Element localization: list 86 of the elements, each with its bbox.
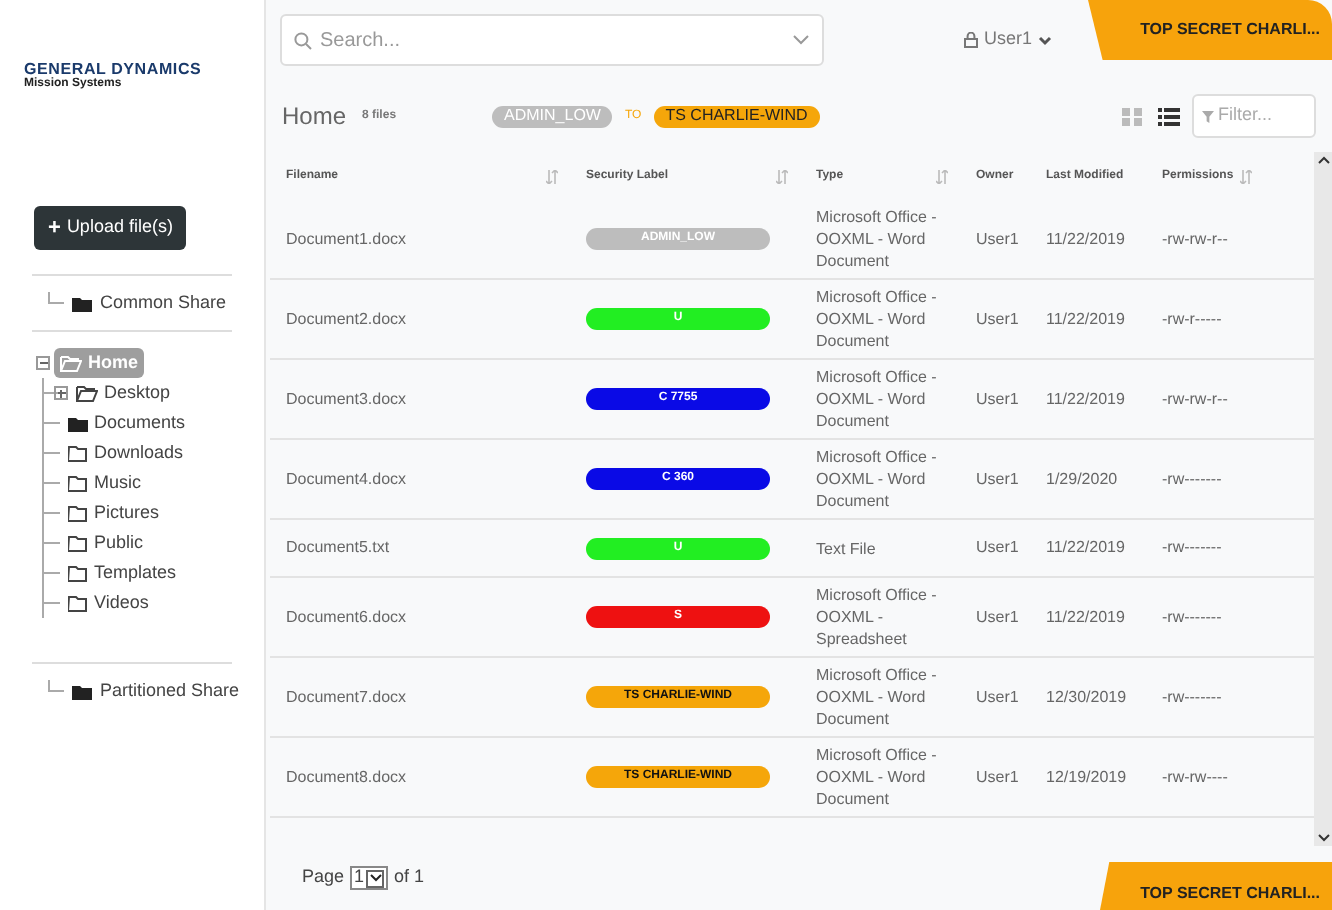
folder-title: Home [282, 100, 347, 134]
type-cell-text: Microsoft Office - OOXML - Word Document [816, 664, 939, 730]
tree-item[interactable]: Partitioned Share [100, 677, 240, 705]
grid-view-icon[interactable] [1122, 107, 1142, 125]
filename-cell[interactable]: Document3.docx [286, 387, 586, 411]
tree-item[interactable]: Music [66, 469, 144, 497]
user-menu[interactable]: User1 [964, 26, 1053, 54]
filename-cell[interactable]: Document5.txt [286, 536, 586, 560]
filename-cell[interactable]: Document8.docx [286, 765, 586, 789]
owner-cell-text: User1 [976, 536, 1021, 560]
classification-banner: TOP SECRET CHARLI... [1088, 0, 1332, 60]
tree-item[interactable]: Documents [66, 409, 188, 437]
permissions-cell-text: -rw------- [1162, 605, 1224, 629]
folder-icon [72, 683, 92, 699]
filename-cell[interactable]: Document2.docx [286, 307, 586, 331]
filter-icon [1202, 109, 1214, 123]
tree-item[interactable]: Pictures [66, 499, 162, 527]
type-cell-text: Microsoft Office - OOXML - Word Document [816, 286, 939, 352]
filename-cell[interactable]: Document1.docx [286, 227, 586, 251]
search-field[interactable]: Search... [320, 25, 784, 55]
tree-item[interactable]: Videos [66, 589, 151, 617]
scroll-up-icon[interactable] [1317, 156, 1329, 164]
chevron-down-icon [792, 34, 810, 46]
page-prefix: Page [302, 864, 345, 891]
sort-icon[interactable] [1239, 169, 1252, 183]
owner-cell-text: User1 [976, 685, 1021, 709]
upload-button[interactable]: + Upload file(s) [34, 206, 187, 250]
lock-icon [964, 32, 978, 48]
search-icon [294, 31, 312, 49]
page-select[interactable]: 1 [350, 866, 389, 890]
scroll-down-icon[interactable] [1317, 834, 1329, 842]
list-view-icon[interactable] [1158, 107, 1180, 125]
page-suffix: of 1 [394, 864, 425, 891]
permissions-cell-text: -rw------- [1162, 685, 1224, 709]
classification-banner: TOP SECRET CHARLI... [1100, 862, 1332, 910]
date-cell-text: 11/22/2019 [1046, 536, 1127, 560]
owner-cell-text: User1 [976, 387, 1021, 411]
owner-cell-text: User1 [976, 605, 1021, 629]
date-cell-text: 11/22/2019 [1046, 307, 1127, 331]
filter-field[interactable]: Filter... [1218, 102, 1306, 130]
logo-title: GENERAL DYNAMICS [24, 60, 204, 78]
sort-icon[interactable] [936, 169, 948, 183]
date-cell-text: 1/29/2020 [1046, 467, 1120, 491]
sort-icon[interactable] [776, 169, 788, 183]
tree-item[interactable]: Templates [66, 559, 179, 587]
filter-box[interactable]: Filter... [1192, 94, 1316, 138]
tree-item[interactable]: Downloads [66, 439, 186, 467]
type-cell-text: Microsoft Office - OOXML - Word Document [816, 366, 939, 432]
folder-icon [60, 355, 82, 371]
permissions-cell-text: -rw-r----- [1162, 307, 1224, 331]
range-end-label: TS CHARLIE-WIND [653, 105, 820, 127]
date-cell-text: 11/22/2019 [1046, 387, 1127, 411]
date-cell-text: 12/19/2019 [1046, 765, 1129, 789]
permissions-cell-text: -rw------- [1162, 536, 1224, 560]
permissions-cell-text: -rw-rw---- [1162, 765, 1230, 789]
owner-cell-text: User1 [976, 307, 1021, 331]
permissions-cell-text: -rw------- [1162, 467, 1224, 491]
date-cell-text: 11/22/2019 [1046, 605, 1127, 629]
tree-item[interactable]: Common Share [100, 289, 227, 317]
range-start-label: ADMIN_LOW [492, 105, 613, 127]
type-cell-text: Microsoft Office - OOXML - Word Document [816, 446, 939, 512]
type-cell-text: Text File [816, 537, 878, 559]
chevron-down-icon [369, 874, 382, 882]
chevron-down-icon [1038, 35, 1053, 45]
search-box[interactable]: Search... [280, 14, 824, 66]
owner-cell-text: User1 [976, 467, 1021, 491]
filename-cell[interactable]: Document6.docx [286, 605, 586, 629]
sort-icon[interactable] [546, 169, 558, 183]
type-cell-text: Microsoft Office - OOXML - Word Document [816, 744, 939, 810]
permissions-cell-text: -rw-rw-r-- [1162, 387, 1230, 411]
type-cell-text: Microsoft Office - OOXML - Word Document [816, 206, 939, 272]
permissions-cell-text: -rw-rw-r-- [1162, 227, 1230, 251]
folder-icon [76, 385, 98, 401]
filename-cell[interactable]: Document7.docx [286, 685, 586, 709]
expand-icon[interactable] [54, 386, 68, 400]
folder-icon [72, 295, 92, 311]
owner-cell-text: User1 [976, 765, 1021, 789]
tree-item[interactable]: Public [66, 529, 146, 557]
filename-cell[interactable]: Document4.docx [286, 467, 586, 491]
tree-item[interactable]: Desktop [74, 379, 173, 407]
date-cell-text: 12/30/2019 [1046, 685, 1129, 709]
type-cell-text: Microsoft Office - OOXML - Spreadsheet [816, 584, 939, 650]
scrollbar[interactable] [1314, 152, 1332, 846]
owner-cell-text: User1 [976, 227, 1021, 251]
date-cell-text: 11/22/2019 [1046, 227, 1127, 251]
collapse-icon[interactable] [36, 356, 50, 370]
